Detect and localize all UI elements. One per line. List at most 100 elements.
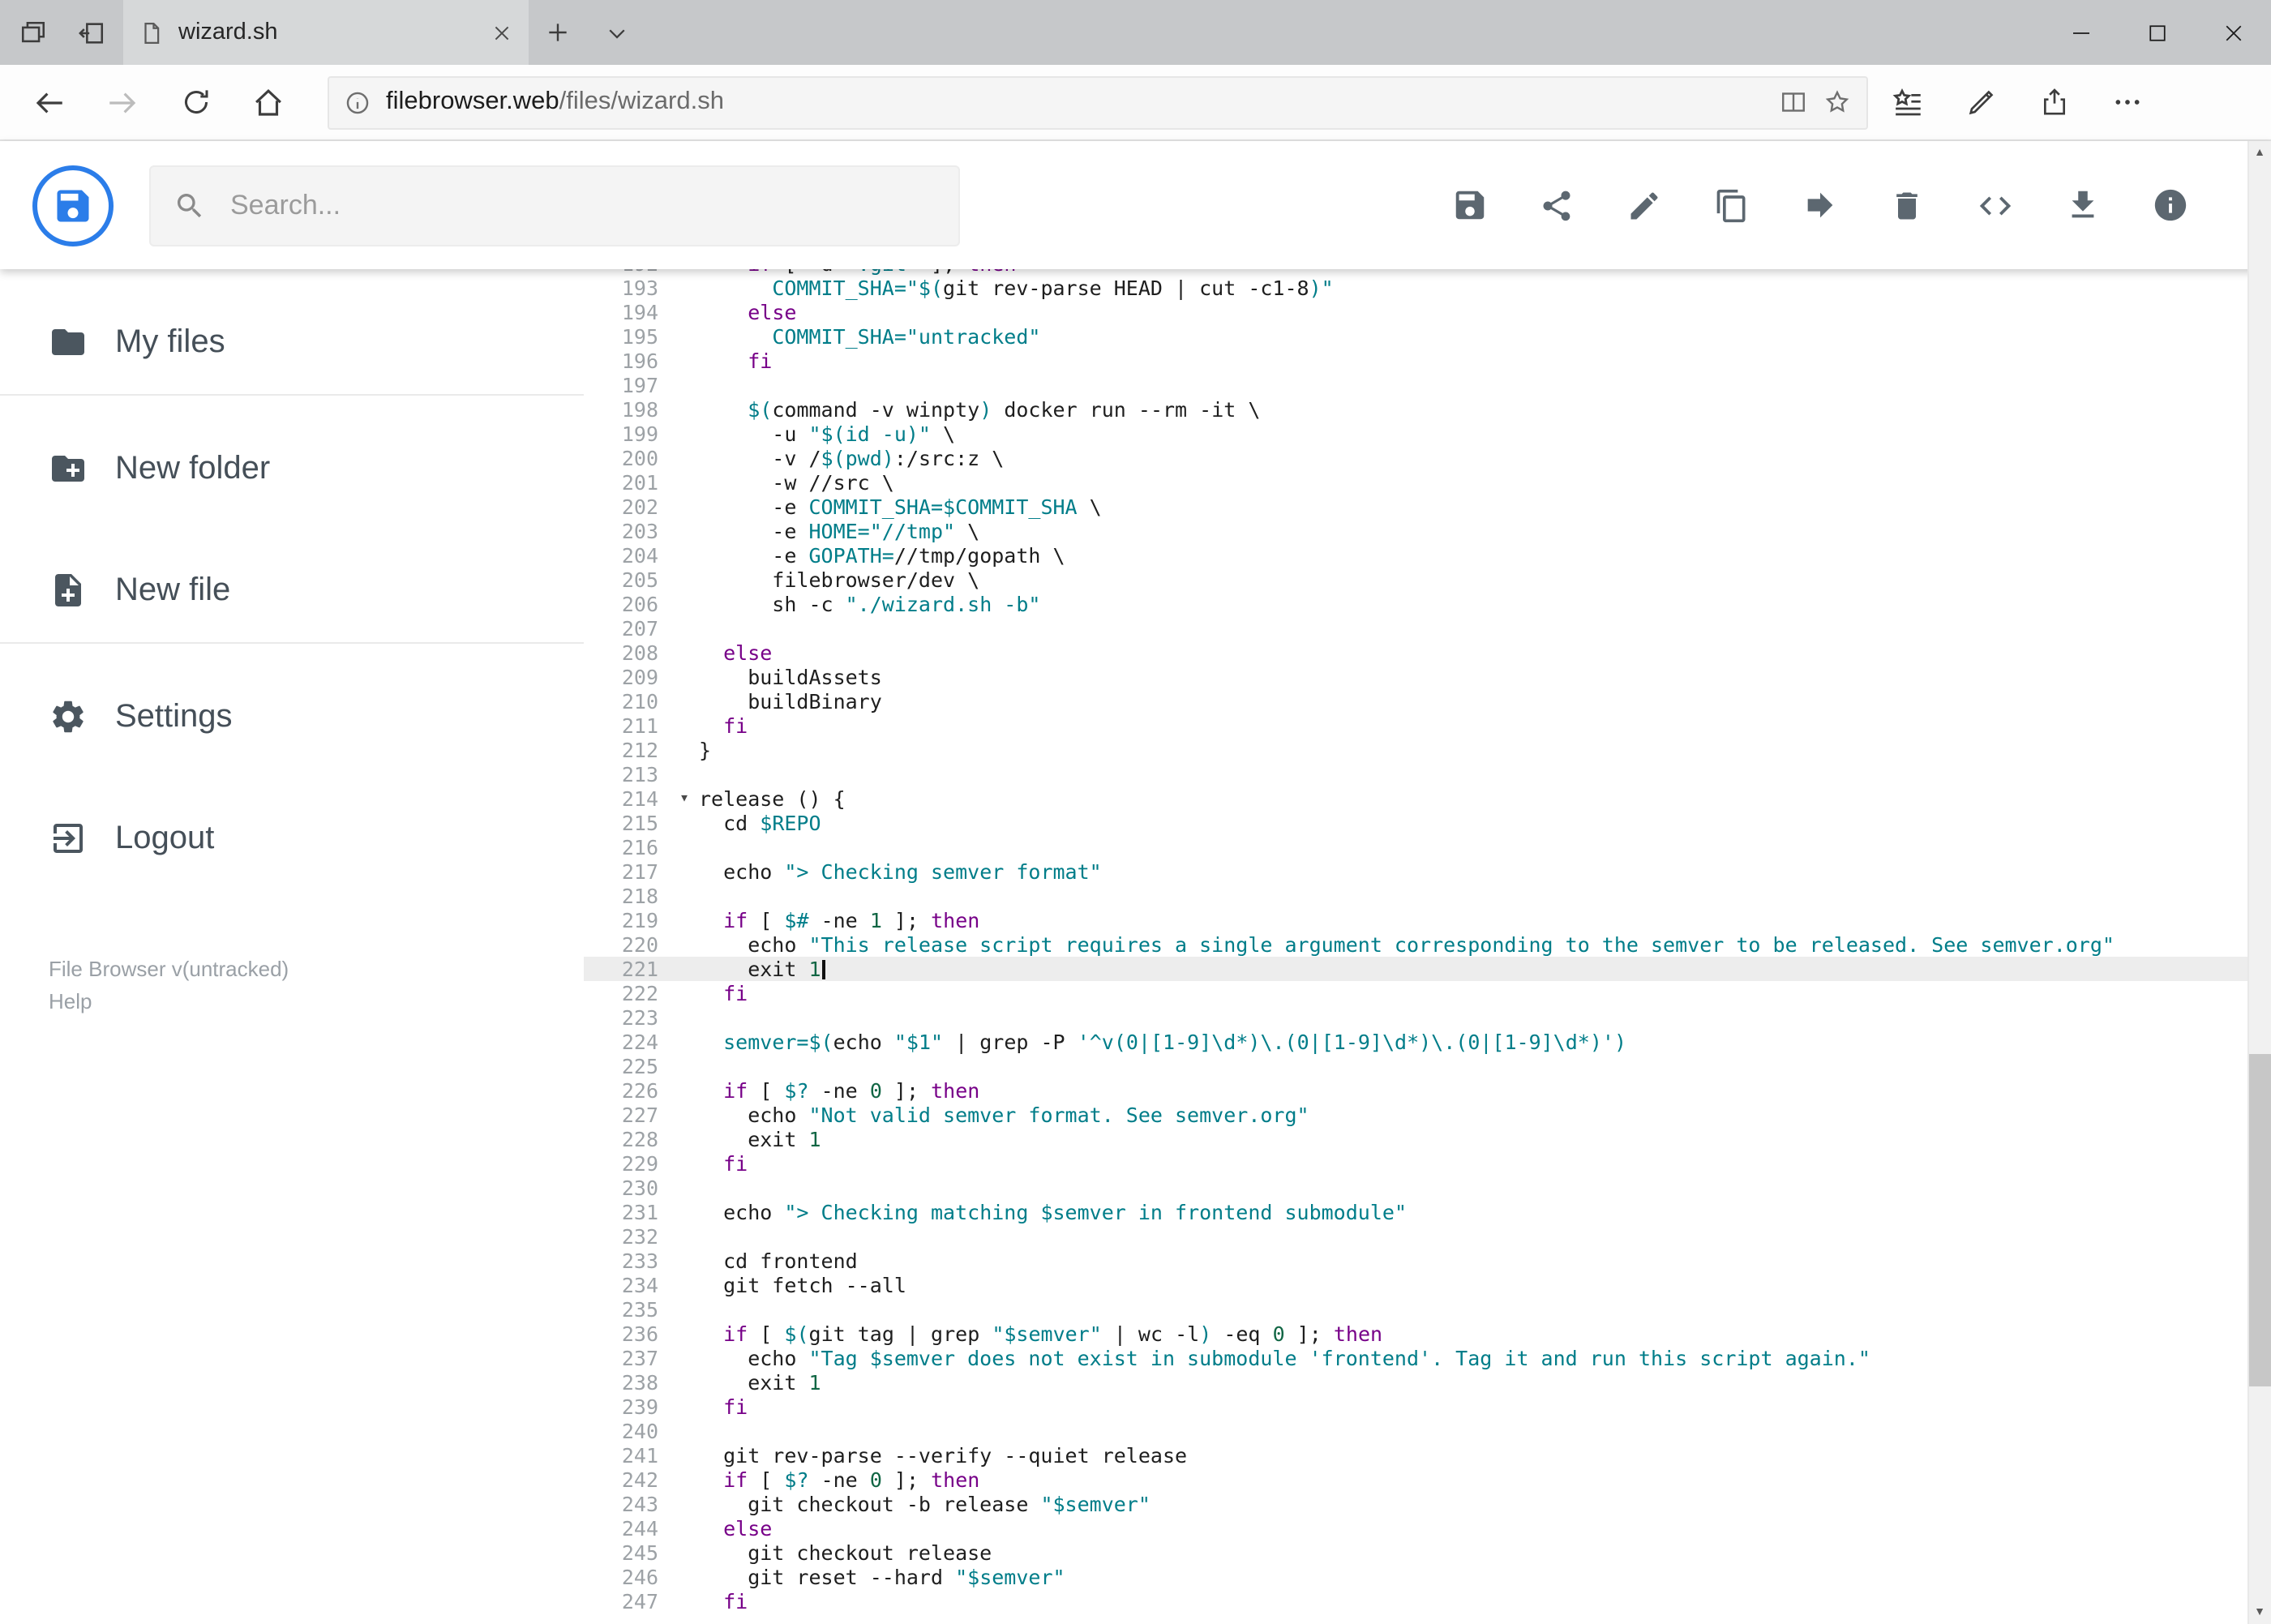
browser-scrollbar[interactable]: ▲ ▼ [2247, 141, 2271, 1624]
code-line[interactable]: 211 fi [584, 713, 2271, 738]
code-line[interactable]: 196 fi [584, 349, 2271, 373]
new-tab-button[interactable] [529, 0, 587, 65]
raw-code-button[interactable] [1976, 186, 2013, 224]
code-line[interactable]: 247 fi [584, 1589, 2271, 1613]
code-line[interactable]: 213 [584, 762, 2271, 786]
code-line[interactable]: 219 if [ $# -ne 1 ]; then [584, 908, 2271, 932]
home-icon[interactable] [232, 70, 305, 135]
code-line[interactable]: 193 COMMIT_SHA="$(git rev-parse HEAD | c… [584, 276, 2271, 300]
code-line[interactable]: 236 if [ $(git tag | grep "$semver" | wc… [584, 1322, 2271, 1346]
code-line[interactable]: 204 -e GOPATH=//tmp/gopath \ [584, 543, 2271, 568]
filebrowser-logo[interactable] [32, 165, 114, 246]
back-icon[interactable] [13, 70, 86, 135]
code-line[interactable]: 201 -w //src \ [584, 470, 2271, 495]
code-line[interactable]: 241 git rev-parse --verify --quiet relea… [584, 1443, 2271, 1468]
refresh-icon[interactable] [159, 70, 232, 135]
sidebar-item-new-file[interactable]: New file [0, 545, 584, 636]
code-line[interactable]: 228 exit 1 [584, 1127, 2271, 1151]
address-bar[interactable]: filebrowser.web/files/wizard.sh [328, 75, 1868, 129]
code-line[interactable]: 230 [584, 1176, 2271, 1200]
scrollbar-thumb[interactable] [2248, 1054, 2271, 1386]
hub-favorites-icon[interactable] [1871, 70, 1944, 135]
code-line[interactable]: 229 fi [584, 1151, 2271, 1176]
search-input[interactable] [227, 187, 936, 223]
code-line[interactable]: 194 else [584, 300, 2271, 324]
code-line[interactable]: 221 exit 1 [584, 957, 2271, 981]
copy-button[interactable] [1713, 186, 1750, 224]
close-button[interactable] [2195, 0, 2271, 65]
code-line[interactable]: 226 if [ $? -ne 0 ]; then [584, 1078, 2271, 1103]
code-line[interactable]: 206 sh -c "./wizard.sh -b" [584, 592, 2271, 616]
delete-button[interactable] [1888, 186, 1926, 224]
code-line[interactable]: 197 [584, 373, 2271, 397]
more-menu-icon[interactable] [2090, 70, 2163, 135]
code-line[interactable]: 231 echo "> Checking matching $semver in… [584, 1200, 2271, 1224]
help-link[interactable]: Help [49, 988, 584, 1017]
info-button[interactable] [2151, 186, 2188, 224]
favorite-star-icon[interactable] [1823, 88, 1852, 117]
move-button[interactable] [1801, 186, 1838, 224]
code-line[interactable]: 195 COMMIT_SHA="untracked" [584, 324, 2271, 349]
code-line[interactable]: 235 [584, 1297, 2271, 1322]
download-button[interactable] [2063, 186, 2101, 224]
sidebar-item-settings[interactable]: Settings [0, 671, 584, 762]
site-info-icon[interactable] [344, 88, 371, 116]
code-line[interactable]: 199 -u "$(id -u)" \ [584, 422, 2271, 446]
sidebar-item-logout[interactable]: Logout [0, 793, 584, 884]
code-line[interactable]: 214 ▾ release () { [584, 786, 2271, 811]
code-line[interactable]: 220 echo "This release script requires a… [584, 932, 2271, 957]
tab-list-dropdown-icon[interactable] [587, 0, 645, 65]
scrollbar-down-icon[interactable]: ▼ [2248, 1600, 2271, 1624]
tab-preview-icon[interactable] [3, 0, 62, 65]
code-line[interactable]: 192 if [ -d ".git" ]; then [584, 269, 2271, 276]
code-line[interactable]: 203 -e HOME="//tmp" \ [584, 519, 2271, 543]
maximize-button[interactable] [2119, 0, 2195, 65]
browser-tab[interactable]: wizard.sh [123, 0, 529, 65]
code-line[interactable]: 209 buildAssets [584, 665, 2271, 689]
code-line[interactable]: 244 else [584, 1516, 2271, 1540]
code-line[interactable]: 237 echo "Tag $semver does not exist in … [584, 1346, 2271, 1370]
code-line[interactable]: 239 fi [584, 1395, 2271, 1419]
code-line[interactable]: 240 [584, 1419, 2271, 1443]
code-line[interactable]: 208 else [584, 641, 2271, 665]
save-button[interactable] [1450, 186, 1488, 224]
code-line[interactable]: 215 cd $REPO [584, 811, 2271, 835]
code-line[interactable]: 212} [584, 738, 2271, 762]
minimize-button[interactable] [2042, 0, 2119, 65]
code-line[interactable]: 198 $(command -v winpty) docker run --rm… [584, 397, 2271, 422]
code-line[interactable]: 202 -e COMMIT_SHA=$COMMIT_SHA \ [584, 495, 2271, 519]
sidebar-item-my-files[interactable]: My files [0, 297, 584, 388]
code-editor[interactable]: 192 if [ -d ".git" ]; then193 COMMIT_SHA… [584, 269, 2271, 1624]
set-aside-tabs-icon[interactable] [62, 0, 120, 65]
code-line[interactable]: 200 -v /$(pwd):/src:z \ [584, 446, 2271, 470]
code-line[interactable]: 205 filebrowser/dev \ [584, 568, 2271, 592]
share-page-icon[interactable] [2017, 70, 2090, 135]
code-line[interactable]: 223 [584, 1005, 2271, 1030]
code-line[interactable]: 216 [584, 835, 2271, 859]
code-line[interactable]: 243 git checkout -b release "$semver" [584, 1492, 2271, 1516]
code-line[interactable]: 225 [584, 1054, 2271, 1078]
code-line[interactable]: 246 git reset --hard "$semver" [584, 1565, 2271, 1589]
sidebar-item-new-folder[interactable]: New folder [0, 423, 584, 514]
ink-note-icon[interactable] [1944, 70, 2017, 135]
code-line[interactable]: 218 [584, 884, 2271, 908]
tab-close-icon[interactable] [491, 22, 512, 43]
share-button[interactable] [1538, 186, 1575, 224]
forward-icon[interactable] [86, 70, 159, 135]
fold-marker-icon[interactable]: ▾ [679, 786, 689, 811]
code-line[interactable]: 210 buildBinary [584, 689, 2271, 713]
code-line[interactable]: 245 git checkout release [584, 1540, 2271, 1565]
scrollbar-up-icon[interactable]: ▲ [2248, 141, 2271, 165]
code-line[interactable]: 207 [584, 616, 2271, 641]
code-line[interactable]: 224 semver=$(echo "$1" | grep -P '^v(0|[… [584, 1030, 2271, 1054]
code-line[interactable]: 222 fi [584, 981, 2271, 1005]
code-line[interactable]: 234 git fetch --all [584, 1273, 2271, 1297]
code-line[interactable]: 232 [584, 1224, 2271, 1249]
code-line[interactable]: 238 exit 1 [584, 1370, 2271, 1395]
reading-view-icon[interactable] [1779, 88, 1808, 117]
code-line[interactable]: 217 echo "> Checking semver format" [584, 859, 2271, 884]
code-line[interactable]: 233 cd frontend [584, 1249, 2271, 1273]
rename-button[interactable] [1626, 186, 1663, 224]
search-box[interactable] [149, 165, 960, 246]
code-line[interactable]: 227 echo "Not valid semver format. See s… [584, 1103, 2271, 1127]
